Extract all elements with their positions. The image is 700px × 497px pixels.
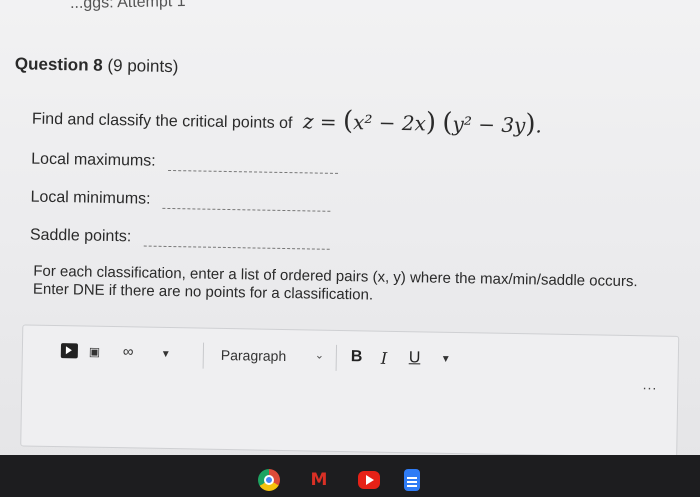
chevron-down-icon[interactable]: ▼ <box>161 349 171 360</box>
docs-icon[interactable] <box>404 469 420 491</box>
prompt-text: Find and classify the critical points of <box>31 110 293 133</box>
italic-button[interactable]: I <box>381 349 388 368</box>
saddle-label: Saddle points: <box>29 226 132 246</box>
bold-button[interactable]: B <box>351 348 363 366</box>
screen: ...ggs: Attempt 1 Question 8 (9 points) … <box>0 0 700 497</box>
chrome-icon[interactable] <box>258 469 280 491</box>
taskbar: M <box>0 455 700 497</box>
rich-text-editor[interactable]: ▣ ∞ ▼ Paragraph ⌄ B I U ▼ ... <box>20 324 680 458</box>
paragraph-style-select[interactable]: Paragraph ⌄ <box>213 343 331 369</box>
equation-term1: x² − 2x <box>352 110 427 136</box>
youtube-icon[interactable] <box>358 471 380 489</box>
toolbar-divider <box>335 344 338 371</box>
image-icon[interactable]: ▣ <box>89 345 101 359</box>
local-max-label: Local maximums: <box>31 150 156 170</box>
question-number: Question 8 <box>14 54 103 75</box>
paragraph-style-label: Paragraph <box>220 346 287 365</box>
local-min-label: Local minimums: <box>30 188 151 208</box>
media-icon[interactable] <box>60 343 79 359</box>
saddle-input[interactable] <box>143 231 330 250</box>
local-min-row: Local minimums: <box>30 188 332 212</box>
gmail-icon[interactable]: M <box>308 469 330 491</box>
question-prompt: Find and classify the critical points of… <box>32 101 542 140</box>
question-block: Question 8 (9 points) Find and classify … <box>0 0 700 467</box>
chevron-down-icon: ⌄ <box>314 349 325 362</box>
more-options-button[interactable]: ... <box>643 376 658 392</box>
saddle-row: Saddle points: <box>30 227 330 250</box>
local-max-row: Local maximums: <box>31 150 339 174</box>
link-icon[interactable]: ∞ <box>123 343 134 360</box>
local-min-input[interactable] <box>162 193 332 212</box>
equation-lhs: z = <box>302 109 337 134</box>
instructions: For each classification, enter a list of… <box>32 262 638 304</box>
toolbar-divider <box>202 342 205 369</box>
local-max-input[interactable] <box>167 155 339 174</box>
chevron-down-icon[interactable]: ▼ <box>441 354 451 365</box>
equation: z = (x² − 2x) (y² − 3y). <box>302 106 543 140</box>
editor-toolbar: ▣ ∞ ▼ Paragraph ⌄ B I U ▼ <box>31 340 671 381</box>
underline-button[interactable]: U <box>409 349 421 367</box>
equation-term2: y² − 3y <box>452 111 526 138</box>
question-points: (9 points) <box>107 55 179 77</box>
question-title: Question 8 (9 points) <box>15 54 179 77</box>
